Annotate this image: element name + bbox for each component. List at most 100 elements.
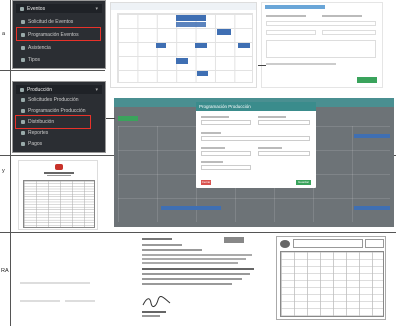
event-block[interactable]: [156, 43, 166, 48]
list-icon: [21, 20, 25, 24]
text-line: [142, 238, 172, 240]
cancel-button[interactable]: Cerrar: [201, 180, 211, 185]
header-box: [293, 239, 363, 248]
input-field[interactable]: [322, 30, 376, 35]
text-line: [142, 258, 246, 260]
menu-header[interactable]: Producción ▾: [16, 85, 102, 94]
money-icon: [21, 142, 25, 146]
header-box: [365, 239, 384, 248]
input-field[interactable]: [201, 151, 251, 156]
input-field[interactable]: [266, 40, 376, 58]
signature-mark: [142, 296, 171, 308]
text-line: [20, 282, 90, 284]
text-line: [142, 278, 242, 280]
event-block[interactable]: [176, 22, 206, 27]
chevron-down-icon: ▾: [95, 5, 98, 12]
event-block[interactable]: [217, 29, 231, 35]
row-label: a: [2, 31, 6, 37]
menu-title: Producción: [27, 86, 53, 93]
modal-screenshot: Programación Producción Cerrar Guardar: [114, 98, 394, 227]
menu-item[interactable]: Pagos: [21, 140, 99, 148]
input-field[interactable]: [201, 165, 251, 170]
bg-event: [161, 206, 221, 210]
sidebar-menu-events: Eventos ▾ Solicitud de Eventos Programac…: [12, 0, 106, 69]
input-field[interactable]: [258, 151, 310, 156]
stamp-icon: [224, 237, 244, 243]
field-label: [201, 132, 221, 134]
event-block[interactable]: [197, 71, 208, 76]
data-table: [23, 180, 95, 228]
menu-item[interactable]: Tipos: [21, 56, 99, 64]
submit-button[interactable]: [357, 77, 377, 83]
highlight-box: [16, 27, 101, 41]
form-header: [265, 5, 325, 9]
event-block[interactable]: [195, 43, 207, 48]
text-line: [142, 283, 232, 285]
logo-icon: [55, 164, 63, 170]
menu-header[interactable]: Eventos ▾: [16, 4, 102, 13]
event-block[interactable]: [238, 43, 250, 48]
text-line: [322, 15, 362, 17]
menu-item[interactable]: Programación Producción: [21, 107, 99, 115]
text-line: [65, 300, 95, 302]
form-table-document: [276, 236, 386, 320]
check-icon: [21, 46, 25, 50]
field-label: [258, 116, 286, 118]
text-line: [142, 244, 182, 246]
connector-line: [106, 118, 115, 119]
text-line: [142, 249, 202, 251]
chevron-down-icon: ▾: [95, 86, 98, 93]
event-block[interactable]: [176, 58, 188, 64]
text-line: [266, 63, 336, 65]
modal-title: Programación Producción: [199, 104, 251, 109]
field-label: [201, 161, 223, 163]
input-field[interactable]: [266, 30, 316, 35]
input-field[interactable]: [201, 120, 251, 125]
bg-event: [354, 134, 390, 138]
save-button[interactable]: Guardar: [296, 180, 311, 185]
menu-item[interactable]: Solicitudes Producción: [21, 96, 99, 104]
row-label: y: [2, 168, 5, 174]
calendar-icon: [20, 6, 24, 11]
text-line: [142, 273, 250, 275]
text-line: [142, 254, 252, 256]
menu-item[interactable]: Reportes: [21, 129, 99, 137]
text-line: [20, 300, 60, 302]
page-button[interactable]: [118, 116, 138, 121]
row-divider: [0, 70, 105, 71]
modal-header: Programación Producción: [196, 102, 316, 111]
modal-dialog: Programación Producción Cerrar Guardar: [196, 102, 316, 188]
connector-line: [258, 65, 266, 66]
sidebar-menu-production: Producción ▾ Solicitudes Producción Prog…: [12, 81, 106, 153]
field-label: [201, 116, 229, 118]
input-field[interactable]: [266, 21, 376, 26]
calendar-screenshot: [110, 2, 257, 88]
tag-icon: [21, 58, 25, 62]
bg-event: [354, 206, 390, 210]
signature-document: [138, 235, 258, 323]
event-block[interactable]: [176, 15, 206, 21]
form-screenshot: [261, 2, 383, 88]
input-field[interactable]: [201, 136, 310, 141]
text-line: [142, 262, 238, 264]
text-line: [142, 268, 254, 270]
report-icon: [21, 131, 25, 135]
field-label: [201, 147, 225, 149]
doc-subtitle-line: [47, 175, 71, 176]
text-line: [142, 315, 160, 317]
menu-item[interactable]: Solicitud de Eventos: [21, 18, 99, 26]
table-divider: [10, 0, 11, 326]
text-line: [266, 15, 306, 17]
list-icon: [21, 109, 25, 113]
list-icon: [21, 98, 25, 102]
logo-icon: [280, 240, 290, 248]
film-icon: [20, 87, 24, 92]
menu-title: Eventos: [27, 5, 46, 12]
input-field[interactable]: [258, 120, 310, 125]
text-line: [142, 311, 166, 313]
menu-item[interactable]: Asistencia: [21, 44, 99, 52]
doc-title-line: [44, 172, 74, 174]
row-label: RA: [1, 268, 9, 274]
highlight-box: [15, 115, 91, 129]
field-label: [258, 147, 282, 149]
